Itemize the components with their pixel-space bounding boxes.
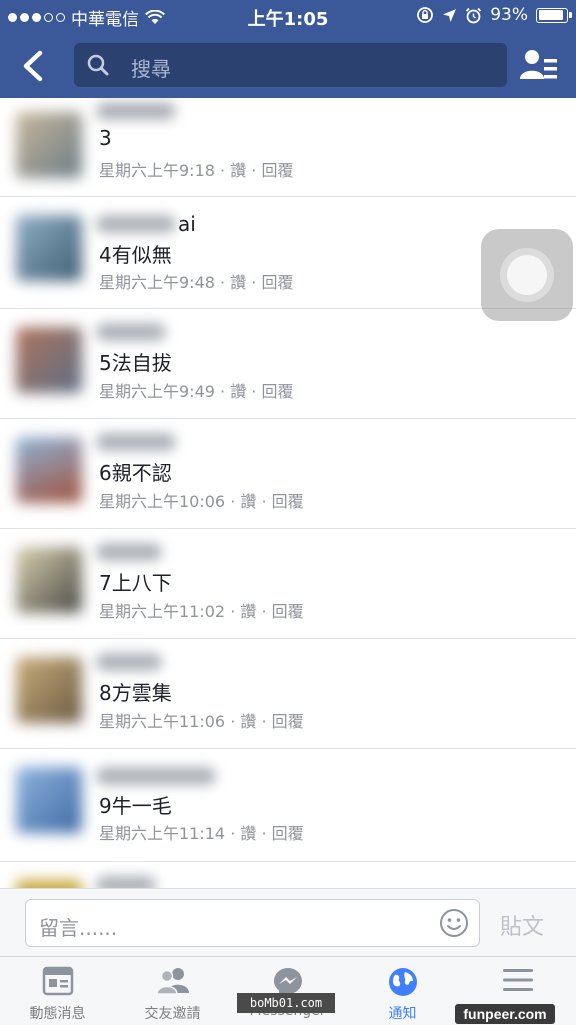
friend-list-icon [520, 50, 557, 79]
menu-icon [502, 969, 533, 991]
back-button[interactable] [14, 46, 54, 86]
avatar [16, 327, 82, 393]
tab-label: 通知 [388, 1006, 417, 1022]
blurred-name [96, 543, 162, 561]
meta-text: 星期六上午10:06 · 讚 · 回覆 [99, 492, 304, 511]
rotation-lock-icon [417, 7, 434, 23]
post-button[interactable]: 貼文 [500, 909, 544, 941]
status-bar: 中華電信 上午1:05 93% [0, 0, 576, 32]
list-item[interactable]: 9牛一毛 星期六上午11:14 · 讚 · 回覆 [0, 749, 576, 862]
tab-label: 交友邀請 [144, 1006, 201, 1022]
message-text: 7上八下 [99, 571, 172, 595]
message-text: 3 [99, 126, 112, 150]
assistive-touch-button[interactable] [481, 229, 573, 321]
friend-list-button[interactable] [518, 46, 560, 86]
blurred-name [96, 433, 176, 451]
comment-composer: 留言...... 貼文 [0, 888, 576, 957]
list-item[interactable]: 3 星期六上午9:18 · 讚 · 回覆 [0, 98, 576, 197]
avatar [16, 767, 82, 833]
blurred-name [96, 215, 176, 233]
meta-text: 星期六上午9:18 · 讚 · 回覆 [99, 161, 294, 180]
meta-text: 星期六上午11:02 · 讚 · 回覆 [99, 602, 304, 621]
search-icon [87, 54, 109, 76]
emoji-icon[interactable] [439, 908, 469, 938]
avatar [16, 112, 82, 178]
navigation-bar: 搜尋 [0, 32, 576, 98]
watermark-right: funpeer.com [455, 1004, 555, 1024]
status-indicators: 93% [416, 5, 572, 25]
location-arrow-icon [443, 8, 457, 22]
tab-notifications[interactable]: 通知 [345, 957, 460, 1025]
search-placeholder: 搜尋 [131, 57, 171, 81]
news-feed-icon [42, 966, 73, 996]
list-item[interactable]: 8方雲集 星期六上午11:06 · 讚 · 回覆 [0, 639, 576, 749]
comment-input[interactable]: 留言...... [25, 899, 480, 947]
message-text: 9牛一毛 [99, 794, 172, 818]
avatar [16, 657, 82, 723]
message-text: 5法自拔 [99, 351, 172, 375]
globe-icon [388, 968, 417, 996]
battery-percent: 93% [490, 5, 528, 25]
alarm-icon [466, 7, 482, 23]
blurred-name [96, 876, 156, 888]
name-fragment: ai [178, 212, 196, 236]
avatar [16, 547, 82, 613]
message-text: 8方雲集 [99, 681, 172, 705]
avatar [16, 215, 82, 281]
list-item[interactable]: 6親不認 星期六上午10:06 · 讚 · 回覆 [0, 419, 576, 529]
watermark-left: boMb01.com [237, 993, 335, 1013]
tab-friend-requests[interactable]: 交友邀請 [115, 957, 230, 1025]
friend-requests-icon [155, 968, 189, 995]
blurred-name [96, 767, 216, 785]
meta-text: 星期六上午11:06 · 讚 · 回覆 [99, 712, 304, 731]
tab-messenger[interactable]: Messenger [230, 957, 345, 1025]
list-item[interactable]: 5法自拔 星期六上午9:49 · 讚 · 回覆 [0, 309, 576, 419]
list-item[interactable] [0, 862, 576, 888]
list-item[interactable]: 7上八下 星期六上午11:02 · 讚 · 回覆 [0, 529, 576, 639]
avatar [16, 437, 82, 503]
search-input[interactable]: 搜尋 [74, 43, 507, 87]
meta-text: 星期六上午9:48 · 讚 · 回覆 [99, 273, 294, 292]
blurred-name [96, 102, 176, 120]
meta-text: 星期六上午9:49 · 讚 · 回覆 [99, 382, 294, 401]
blurred-name [96, 653, 162, 671]
avatar [16, 880, 82, 888]
tab-news-feed[interactable]: 動態消息 [0, 957, 115, 1025]
blurred-name [96, 323, 166, 341]
notification-list[interactable]: 3 星期六上午9:18 · 讚 · 回覆 ai 4有似無 星期六上午9:48 ·… [0, 98, 576, 888]
comment-placeholder: 留言...... [39, 916, 118, 940]
message-text: 6親不認 [99, 461, 172, 485]
battery-icon [536, 7, 572, 23]
tab-label: 動態消息 [29, 1006, 86, 1022]
chevron-left-icon [23, 50, 43, 82]
meta-text: 星期六上午11:14 · 讚 · 回覆 [99, 824, 304, 843]
message-text: 4有似無 [99, 243, 172, 267]
